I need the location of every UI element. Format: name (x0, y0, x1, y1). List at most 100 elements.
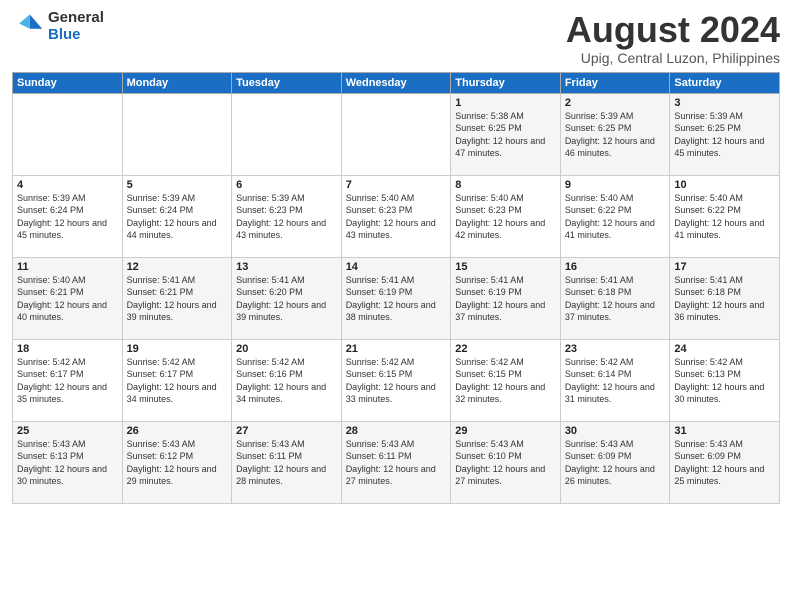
day-info: Sunrise: 5:40 AMSunset: 6:22 PMDaylight:… (565, 192, 666, 242)
header-thursday: Thursday (451, 72, 561, 93)
day-info: Sunrise: 5:39 AMSunset: 6:25 PMDaylight:… (565, 110, 666, 160)
day-number: 9 (565, 179, 666, 191)
day-number: 5 (127, 179, 228, 191)
day-number: 4 (17, 179, 118, 191)
day-number: 18 (17, 343, 118, 355)
table-row: 12Sunrise: 5:41 AMSunset: 6:21 PMDayligh… (122, 257, 232, 339)
title-block: August 2024 Upig, Central Luzon, Philipp… (566, 10, 780, 66)
table-row: 2Sunrise: 5:39 AMSunset: 6:25 PMDaylight… (560, 93, 670, 175)
page-container: General Blue August 2024 Upig, Central L… (0, 0, 792, 510)
logo-blue-text: Blue (48, 27, 104, 44)
day-number: 3 (674, 97, 775, 109)
day-info: Sunrise: 5:43 AMSunset: 6:09 PMDaylight:… (565, 438, 666, 488)
table-row: 29Sunrise: 5:43 AMSunset: 6:10 PMDayligh… (451, 421, 561, 503)
day-number: 31 (674, 425, 775, 437)
table-row: 28Sunrise: 5:43 AMSunset: 6:11 PMDayligh… (341, 421, 451, 503)
table-row: 18Sunrise: 5:42 AMSunset: 6:17 PMDayligh… (13, 339, 123, 421)
day-number: 23 (565, 343, 666, 355)
logo-text: General Blue (48, 10, 104, 43)
day-number: 7 (346, 179, 447, 191)
table-row: 13Sunrise: 5:41 AMSunset: 6:20 PMDayligh… (232, 257, 342, 339)
day-info: Sunrise: 5:40 AMSunset: 6:23 PMDaylight:… (455, 192, 556, 242)
day-info: Sunrise: 5:38 AMSunset: 6:25 PMDaylight:… (455, 110, 556, 160)
day-info: Sunrise: 5:43 AMSunset: 6:13 PMDaylight:… (17, 438, 118, 488)
day-number: 13 (236, 261, 337, 273)
header-monday: Monday (122, 72, 232, 93)
day-number: 29 (455, 425, 556, 437)
day-info: Sunrise: 5:39 AMSunset: 6:23 PMDaylight:… (236, 192, 337, 242)
day-number: 8 (455, 179, 556, 191)
calendar-body: 1Sunrise: 5:38 AMSunset: 6:25 PMDaylight… (13, 93, 780, 503)
table-row: 24Sunrise: 5:42 AMSunset: 6:13 PMDayligh… (670, 339, 780, 421)
day-info: Sunrise: 5:41 AMSunset: 6:19 PMDaylight:… (455, 274, 556, 324)
day-info: Sunrise: 5:42 AMSunset: 6:14 PMDaylight:… (565, 356, 666, 406)
month-title: August 2024 (566, 10, 780, 50)
table-row: 30Sunrise: 5:43 AMSunset: 6:09 PMDayligh… (560, 421, 670, 503)
day-number: 21 (346, 343, 447, 355)
day-info: Sunrise: 5:40 AMSunset: 6:21 PMDaylight:… (17, 274, 118, 324)
header-saturday: Saturday (670, 72, 780, 93)
day-info: Sunrise: 5:43 AMSunset: 6:12 PMDaylight:… (127, 438, 228, 488)
header-tuesday: Tuesday (232, 72, 342, 93)
day-info: Sunrise: 5:40 AMSunset: 6:22 PMDaylight:… (674, 192, 775, 242)
day-number: 14 (346, 261, 447, 273)
day-number: 27 (236, 425, 337, 437)
day-info: Sunrise: 5:42 AMSunset: 6:17 PMDaylight:… (127, 356, 228, 406)
table-row: 17Sunrise: 5:41 AMSunset: 6:18 PMDayligh… (670, 257, 780, 339)
day-number: 12 (127, 261, 228, 273)
table-row: 11Sunrise: 5:40 AMSunset: 6:21 PMDayligh… (13, 257, 123, 339)
day-info: Sunrise: 5:41 AMSunset: 6:18 PMDaylight:… (565, 274, 666, 324)
day-info: Sunrise: 5:42 AMSunset: 6:15 PMDaylight:… (455, 356, 556, 406)
table-row: 27Sunrise: 5:43 AMSunset: 6:11 PMDayligh… (232, 421, 342, 503)
table-row: 7Sunrise: 5:40 AMSunset: 6:23 PMDaylight… (341, 175, 451, 257)
logo-icon (12, 11, 44, 43)
location: Upig, Central Luzon, Philippines (566, 50, 780, 66)
table-row: 25Sunrise: 5:43 AMSunset: 6:13 PMDayligh… (13, 421, 123, 503)
table-row: 21Sunrise: 5:42 AMSunset: 6:15 PMDayligh… (341, 339, 451, 421)
day-number: 26 (127, 425, 228, 437)
day-info: Sunrise: 5:43 AMSunset: 6:10 PMDaylight:… (455, 438, 556, 488)
day-number: 15 (455, 261, 556, 273)
day-number: 22 (455, 343, 556, 355)
table-row (122, 93, 232, 175)
table-row: 5Sunrise: 5:39 AMSunset: 6:24 PMDaylight… (122, 175, 232, 257)
day-info: Sunrise: 5:41 AMSunset: 6:20 PMDaylight:… (236, 274, 337, 324)
day-number: 2 (565, 97, 666, 109)
logo-general-text: General (48, 10, 104, 27)
day-info: Sunrise: 5:41 AMSunset: 6:19 PMDaylight:… (346, 274, 447, 324)
calendar-header: Sunday Monday Tuesday Wednesday Thursday… (13, 72, 780, 93)
day-number: 17 (674, 261, 775, 273)
table-row: 31Sunrise: 5:43 AMSunset: 6:09 PMDayligh… (670, 421, 780, 503)
table-row: 20Sunrise: 5:42 AMSunset: 6:16 PMDayligh… (232, 339, 342, 421)
day-info: Sunrise: 5:43 AMSunset: 6:11 PMDaylight:… (346, 438, 447, 488)
table-row: 19Sunrise: 5:42 AMSunset: 6:17 PMDayligh… (122, 339, 232, 421)
table-row: 10Sunrise: 5:40 AMSunset: 6:22 PMDayligh… (670, 175, 780, 257)
logo: General Blue (12, 10, 104, 43)
day-number: 24 (674, 343, 775, 355)
day-number: 28 (346, 425, 447, 437)
table-row: 3Sunrise: 5:39 AMSunset: 6:25 PMDaylight… (670, 93, 780, 175)
day-number: 25 (17, 425, 118, 437)
day-info: Sunrise: 5:39 AMSunset: 6:25 PMDaylight:… (674, 110, 775, 160)
day-info: Sunrise: 5:43 AMSunset: 6:09 PMDaylight:… (674, 438, 775, 488)
day-number: 11 (17, 261, 118, 273)
day-number: 6 (236, 179, 337, 191)
table-row (341, 93, 451, 175)
day-info: Sunrise: 5:39 AMSunset: 6:24 PMDaylight:… (17, 192, 118, 242)
table-row: 9Sunrise: 5:40 AMSunset: 6:22 PMDaylight… (560, 175, 670, 257)
day-number: 16 (565, 261, 666, 273)
day-info: Sunrise: 5:43 AMSunset: 6:11 PMDaylight:… (236, 438, 337, 488)
header-sunday: Sunday (13, 72, 123, 93)
table-row: 4Sunrise: 5:39 AMSunset: 6:24 PMDaylight… (13, 175, 123, 257)
table-row: 8Sunrise: 5:40 AMSunset: 6:23 PMDaylight… (451, 175, 561, 257)
day-number: 19 (127, 343, 228, 355)
day-number: 1 (455, 97, 556, 109)
day-number: 30 (565, 425, 666, 437)
table-row: 1Sunrise: 5:38 AMSunset: 6:25 PMDaylight… (451, 93, 561, 175)
table-row: 26Sunrise: 5:43 AMSunset: 6:12 PMDayligh… (122, 421, 232, 503)
table-row: 16Sunrise: 5:41 AMSunset: 6:18 PMDayligh… (560, 257, 670, 339)
header: General Blue August 2024 Upig, Central L… (12, 10, 780, 66)
day-info: Sunrise: 5:41 AMSunset: 6:21 PMDaylight:… (127, 274, 228, 324)
calendar-table: Sunday Monday Tuesday Wednesday Thursday… (12, 72, 780, 504)
day-number: 20 (236, 343, 337, 355)
